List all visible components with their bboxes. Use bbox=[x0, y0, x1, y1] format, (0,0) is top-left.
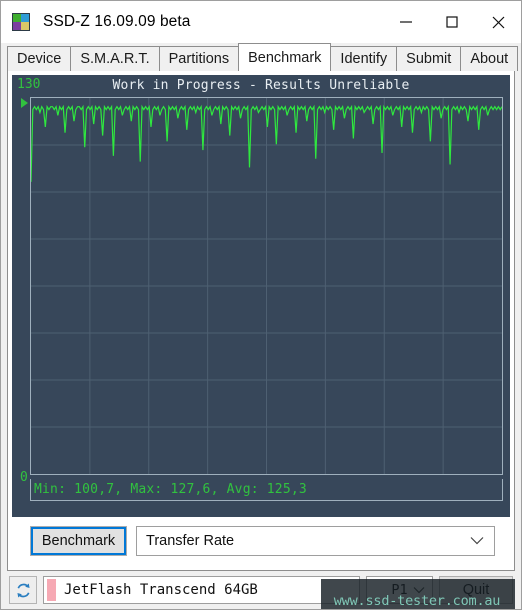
window-controls bbox=[383, 1, 521, 43]
benchmark-button[interactable]: Benchmark bbox=[30, 526, 127, 556]
title-bar: SSD-Z 16.09.09 beta bbox=[1, 1, 521, 43]
tab-submit[interactable]: Submit bbox=[396, 46, 462, 71]
test-type-value: Transfer Rate bbox=[146, 533, 235, 549]
maximize-icon[interactable] bbox=[429, 1, 475, 43]
close-icon[interactable] bbox=[475, 1, 521, 43]
chevron-down-icon bbox=[413, 582, 425, 598]
partition-value: P1 bbox=[391, 582, 408, 598]
transfer-rate-line bbox=[31, 98, 502, 474]
tab-partitions[interactable]: Partitions bbox=[158, 46, 240, 71]
tab-identify[interactable]: Identify bbox=[330, 46, 398, 71]
play-marker-icon bbox=[21, 98, 28, 108]
graph-axis-min-label: 0 bbox=[20, 470, 28, 485]
drive-name-label: JetFlash Transcend 64GB bbox=[64, 582, 258, 598]
tab-benchmark[interactable]: Benchmark bbox=[238, 43, 332, 71]
tab-smart[interactable]: S.M.A.R.T. bbox=[70, 46, 160, 71]
refresh-icon[interactable] bbox=[9, 576, 37, 604]
graph-plot-area bbox=[30, 97, 503, 475]
chevron-down-icon bbox=[470, 533, 484, 549]
tab-device[interactable]: Device bbox=[7, 46, 72, 71]
partition-select[interactable]: P1 bbox=[366, 576, 433, 604]
drive-usage-bar bbox=[47, 579, 56, 601]
tab-about[interactable]: About bbox=[460, 46, 519, 71]
window-title: SSD-Z 16.09.09 beta bbox=[43, 13, 191, 30]
minimize-icon[interactable] bbox=[383, 1, 429, 43]
status-bar: JetFlash Transcend 64GB P1 Quit www.ssd-… bbox=[1, 571, 521, 609]
benchmark-controls: Benchmark Transfer Rate bbox=[12, 526, 510, 556]
app-logo-icon bbox=[12, 13, 30, 31]
test-type-select[interactable]: Transfer Rate bbox=[136, 526, 495, 556]
quit-button[interactable]: Quit bbox=[439, 576, 513, 604]
app-window: SSD-Z 16.09.09 beta Device S.M.A.R.T. Pa… bbox=[0, 0, 522, 610]
graph-stats-label: Min: 100,7, Max: 127,6, Avg: 125,3 bbox=[34, 482, 307, 497]
drive-selector[interactable]: JetFlash Transcend 64GB bbox=[43, 576, 360, 604]
benchmark-graph: 130 Work in Progress - Results Unreliabl… bbox=[12, 75, 510, 517]
tab-content-benchmark: 130 Work in Progress - Results Unreliabl… bbox=[7, 71, 515, 571]
tab-bar: Device S.M.A.R.T. Partitions Benchmark I… bbox=[1, 43, 521, 71]
graph-title: Work in Progress - Results Unreliable bbox=[112, 78, 410, 93]
